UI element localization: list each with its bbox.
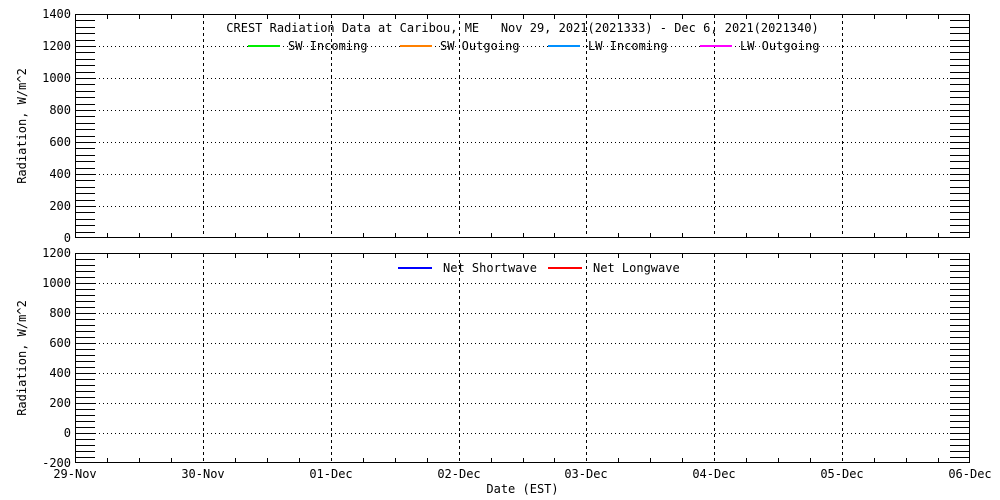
crest-radiation-chart: CREST Radiation Data at Caribou, ME Nov …: [0, 0, 1000, 500]
x-tick-label: 04-Dec: [671, 467, 757, 481]
legend-label: Net Longwave: [593, 261, 680, 275]
y-tick-label: 1200: [9, 39, 71, 53]
x-axis-label: Date (EST): [75, 482, 970, 496]
legend-label: SW Incoming: [288, 39, 367, 53]
y-tick-label: 600: [9, 135, 71, 149]
y-tick-label: 800: [9, 103, 71, 117]
x-tick-label: 06-Dec: [927, 467, 1000, 481]
legend-line-sample: [548, 45, 580, 47]
legend-line-sample: [548, 267, 582, 269]
legend-line-sample: [248, 45, 280, 47]
x-tick-label: 30-Nov: [160, 467, 246, 481]
axes-canvas: [0, 0, 1000, 500]
legend-label: LW Incoming: [588, 39, 667, 53]
y-tick-label: 1000: [9, 276, 71, 290]
y-tick-label: 200: [9, 396, 71, 410]
chart-title: CREST Radiation Data at Caribou, ME Nov …: [75, 21, 970, 35]
y-tick-label: 800: [9, 306, 71, 320]
y-tick-label: 1400: [9, 7, 71, 21]
y-tick-label: 400: [9, 167, 71, 181]
y-tick-label: 0: [9, 231, 71, 245]
x-tick-label: 01-Dec: [288, 467, 374, 481]
y-tick-label: 400: [9, 366, 71, 380]
legend-label: Net Shortwave: [443, 261, 537, 275]
plot-border: [76, 254, 970, 463]
y-tick-label: 200: [9, 199, 71, 213]
legend-label: SW Outgoing: [440, 39, 519, 53]
y-tick-label: 0: [9, 426, 71, 440]
legend-line-sample: [700, 45, 732, 47]
legend-line-sample: [398, 267, 432, 269]
legend-line-sample: [400, 45, 432, 47]
plot-border: [76, 15, 970, 238]
x-tick-label: 03-Dec: [543, 467, 629, 481]
y-tick-label: 600: [9, 336, 71, 350]
x-tick-label: 05-Dec: [799, 467, 885, 481]
x-tick-label: 29-Nov: [32, 467, 118, 481]
y-tick-label: 1000: [9, 71, 71, 85]
x-tick-label: 02-Dec: [416, 467, 502, 481]
legend-label: LW Outgoing: [740, 39, 819, 53]
y-tick-label: 1200: [9, 246, 71, 260]
